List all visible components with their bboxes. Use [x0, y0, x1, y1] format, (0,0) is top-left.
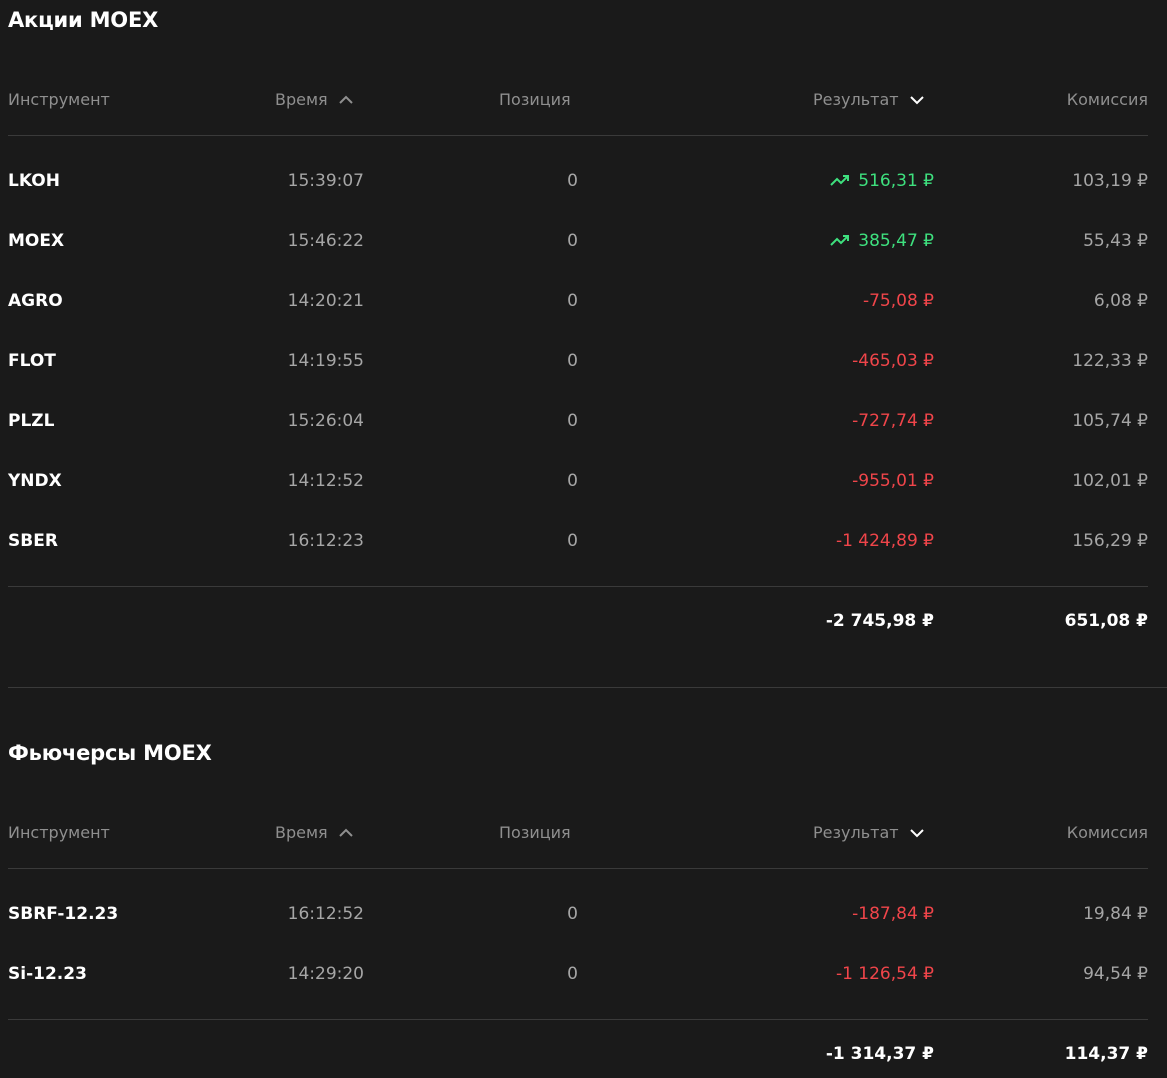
futures-section: Фьючерсы MOEX Инструмент Время Позиция Р… — [0, 733, 1167, 1078]
result-value: -1 126,54 ₽ — [835, 964, 934, 984]
trending-up-icon — [830, 175, 850, 187]
commission-cell: 105,74 ₽ — [1072, 411, 1148, 431]
time-cell: 14:29:20 — [287, 964, 364, 984]
time-cell: 15:26:04 — [287, 411, 364, 431]
time-cell: 16:12:52 — [287, 904, 364, 924]
result-value: -465,03 ₽ — [852, 351, 934, 371]
table-row[interactable]: YNDX 14:12:52 0 -955,01 ₽ 102,01 ₽ — [0, 451, 1167, 511]
result-cell: -1 126,54 ₽ — [836, 944, 934, 1004]
instrument-cell: Si-12.23 — [8, 964, 87, 984]
result-cell: -75,08 ₽ — [863, 271, 934, 331]
result-cell: -727,74 ₽ — [852, 391, 934, 451]
position-cell: 0 — [567, 471, 578, 491]
totals-divider — [8, 586, 1148, 587]
column-header-instrument[interactable]: Инструмент — [8, 90, 110, 109]
result-value: -727,74 ₽ — [852, 411, 934, 431]
column-header-time[interactable]: Время — [275, 90, 354, 109]
column-header-commission[interactable]: Комиссия — [1067, 823, 1148, 842]
column-header-instrument[interactable]: Инструмент — [8, 823, 110, 842]
position-cell: 0 — [567, 411, 578, 431]
commission-cell: 103,19 ₽ — [1072, 171, 1148, 191]
instrument-cell: AGRO — [8, 291, 63, 311]
commission-cell: 19,84 ₽ — [1083, 904, 1148, 924]
result-cell: 516,31 ₽ — [830, 151, 934, 211]
position-cell: 0 — [567, 904, 578, 924]
chevron-down-icon — [909, 828, 925, 838]
header-divider — [8, 868, 1148, 869]
totals-divider — [8, 1019, 1148, 1020]
table-row[interactable]: SBER 16:12:23 0 -1 424,89 ₽ 156,29 ₽ — [0, 511, 1167, 571]
table-row[interactable]: Si-12.23 14:29:20 0 -1 126,54 ₽ 94,54 ₽ — [0, 944, 1167, 1004]
position-cell: 0 — [567, 964, 578, 984]
time-cell: 15:46:22 — [287, 231, 364, 251]
trade-report: Акции MOEX Инструмент Время Позиция Резу… — [0, 0, 1167, 1078]
column-header-time[interactable]: Время — [275, 823, 354, 842]
chevron-up-icon — [338, 828, 354, 838]
instrument-cell: PLZL — [8, 411, 55, 431]
time-cell: 14:20:21 — [287, 291, 364, 311]
total-result: -1 314,37 ₽ — [825, 1044, 934, 1064]
result-value: 385,47 ₽ — [858, 231, 934, 251]
position-cell: 0 — [567, 351, 578, 371]
chevron-up-icon — [338, 95, 354, 105]
position-cell: 0 — [567, 291, 578, 311]
result-cell: -955,01 ₽ — [852, 451, 934, 511]
table-row[interactable]: FLOT 14:19:55 0 -465,03 ₽ 122,33 ₽ — [0, 331, 1167, 391]
instrument-cell: YNDX — [8, 471, 62, 491]
commission-cell: 94,54 ₽ — [1083, 964, 1148, 984]
result-cell: -1 424,89 ₽ — [836, 511, 934, 571]
result-value: -75,08 ₽ — [862, 291, 934, 311]
instrument-cell: LKOH — [8, 171, 60, 191]
time-cell: 14:19:55 — [287, 351, 364, 371]
column-header-result[interactable]: Результат — [813, 90, 925, 109]
result-value: -187,84 ₽ — [852, 904, 934, 924]
section-divider — [8, 687, 1167, 688]
chevron-down-icon — [909, 95, 925, 105]
instrument-cell: MOEX — [8, 231, 65, 251]
stocks-section: Акции MOEX Инструмент Время Позиция Резу… — [0, 0, 1167, 690]
instrument-cell: SBER — [8, 531, 58, 551]
instrument-cell: SBRF-12.23 — [8, 904, 119, 924]
total-result: -2 745,98 ₽ — [825, 611, 934, 631]
column-header-position[interactable]: Позиция — [499, 823, 571, 842]
column-header-commission[interactable]: Комиссия — [1067, 90, 1148, 109]
table-row[interactable]: MOEX 15:46:22 0 385,47 ₽ 55,43 ₽ — [0, 211, 1167, 271]
position-cell: 0 — [567, 531, 578, 551]
table-row[interactable]: LKOH 15:39:07 0 516,31 ₽ 103,19 ₽ — [0, 151, 1167, 211]
result-cell: -465,03 ₽ — [852, 331, 934, 391]
column-header-position[interactable]: Позиция — [499, 90, 571, 109]
trending-up-icon — [830, 235, 850, 247]
total-commission: 651,08 ₽ — [1064, 611, 1148, 631]
section-title: Фьючерсы MOEX — [8, 741, 212, 765]
table-row[interactable]: PLZL 15:26:04 0 -727,74 ₽ 105,74 ₽ — [0, 391, 1167, 451]
commission-cell: 122,33 ₽ — [1072, 351, 1148, 371]
commission-cell: 156,29 ₽ — [1072, 531, 1148, 551]
instrument-cell: FLOT — [8, 351, 56, 371]
result-cell: 385,47 ₽ — [830, 211, 934, 271]
column-header-result[interactable]: Результат — [813, 823, 925, 842]
result-value: -955,01 ₽ — [852, 471, 934, 491]
header-divider — [8, 135, 1148, 136]
result-value: 516,31 ₽ — [858, 171, 934, 191]
position-cell: 0 — [567, 171, 578, 191]
section-title: Акции MOEX — [8, 8, 159, 32]
table-row[interactable]: AGRO 14:20:21 0 -75,08 ₽ 6,08 ₽ — [0, 271, 1167, 331]
table-row[interactable]: SBRF-12.23 16:12:52 0 -187,84 ₽ 19,84 ₽ — [0, 884, 1167, 944]
time-cell: 16:12:23 — [287, 531, 364, 551]
commission-cell: 102,01 ₽ — [1072, 471, 1148, 491]
total-commission: 114,37 ₽ — [1064, 1044, 1148, 1064]
time-cell: 14:12:52 — [287, 471, 364, 491]
time-cell: 15:39:07 — [287, 171, 364, 191]
commission-cell: 55,43 ₽ — [1083, 231, 1148, 251]
position-cell: 0 — [567, 231, 578, 251]
result-cell: -187,84 ₽ — [852, 884, 934, 944]
result-value: -1 424,89 ₽ — [835, 531, 934, 551]
commission-cell: 6,08 ₽ — [1093, 291, 1148, 311]
